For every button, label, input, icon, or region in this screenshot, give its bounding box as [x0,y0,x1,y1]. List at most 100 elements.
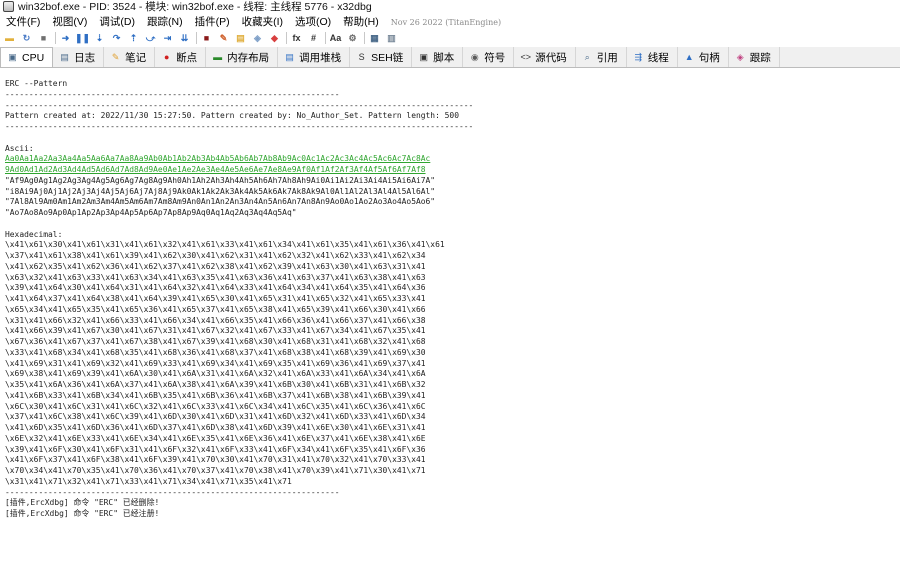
memory-map-icon: ▬ [213,51,223,62]
menu-view[interactable]: 视图(V) [46,14,93,30]
tab-handles[interactable]: ▲ 句柄 [678,47,729,67]
trace-into-icon[interactable]: ⇡ [127,32,140,45]
app-icon [3,1,14,12]
calculator-icon[interactable]: ▦ [368,32,381,45]
notepad-icon[interactable]: ▥ [385,32,398,45]
tab-script[interactable]: ▣ 脚本 [412,47,464,67]
comments-icon[interactable]: ▤ [234,32,247,45]
tab-label: CPU [22,51,45,64]
log-line: "i8Ai9Aj0Aj1Aj2Aj3Aj4Aj5Aj6Aj7Aj8Aj9Ak0A… [5,186,436,196]
tab-label: 引用 [596,51,618,64]
tab-threads[interactable]: ⇶ 线程 [627,47,678,67]
toolbar-separator [55,32,56,44]
log-line: \x41\x62\x35\x41\x62\x36\x41\x62\x37\x41… [5,261,426,271]
labels-icon[interactable]: ◈ [251,32,264,45]
log-line: \x63\x32\x41\x63\x33\x41\x63\x34\x41\x63… [5,272,426,282]
settings-icon[interactable]: ⚙ [346,32,359,45]
menu-favourites[interactable]: 收藏夹(I) [236,14,289,30]
tab-label: 笔记 [125,51,147,64]
patch-icon[interactable]: ✎ [217,32,230,45]
log-line: 9Ad0Ad1Ad2Ad3Ad4Ad5Ad6Ad7Ad8Ad9Ae0Ae1Ae2… [5,165,426,174]
toolbar-separator [196,32,197,44]
pause-icon[interactable]: ❚❚ [75,32,90,45]
tab-label: 断点 [176,51,198,64]
breakpoints-icon: ● [163,51,170,62]
scylla-icon[interactable]: ■ [200,32,213,45]
tab-breakpoints[interactable]: ● 断点 [155,47,207,67]
restart-icon[interactable]: ↻ [20,32,33,45]
tab-label: 源代码 [535,51,567,64]
step-over-icon[interactable]: ↷ [110,32,123,45]
log-line: Hexadecimal: [5,229,63,239]
font-icon[interactable]: Aa [329,32,342,45]
menu-bar: 文件(F) 视图(V) 调试(D) 跟踪(N) 插件(P) 收藏夹(I) 选项(… [0,14,900,30]
bookmarks-icon[interactable]: ◆ [268,32,281,45]
tab-label: 调用堆栈 [299,51,342,64]
log-view[interactable]: ERC --Pattern ---------------------------… [0,69,900,575]
menu-trace[interactable]: 跟踪(N) [141,14,189,30]
log-line: ----------------------------------------… [5,487,340,497]
call-stack-icon: ▤ [285,51,294,62]
menu-help[interactable]: 帮助(H) [337,14,385,30]
run-to-user-code-icon[interactable]: ⇊ [178,32,191,45]
log-line: \x41\x64\x37\x41\x64\x38\x41\x64\x39\x41… [5,294,426,303]
log-line: \x65\x34\x41\x65\x35\x41\x65\x36\x41\x65… [5,304,426,314]
open-icon[interactable]: ▬ [3,32,16,45]
log-line: \x41\x6D\x35\x41\x6D\x36\x41\x6D\x37\x41… [5,423,426,432]
variables-icon[interactable]: # [307,32,320,45]
tab-label: SEH链 [371,51,404,64]
tab-label: 句柄 [698,51,720,64]
close-icon[interactable]: ■ [37,32,50,45]
tab-label: 跟踪 [749,51,771,64]
log-line: \x37\x41\x6C\x38\x41\x6C\x39\x41\x6D\x30… [5,412,426,422]
tab-cpu[interactable]: ▣ CPU [0,47,54,67]
run-icon[interactable]: ➜ [59,32,72,45]
tab-symbols[interactable]: ◉ 符号 [463,47,515,67]
log-line: ERC --Pattern [5,79,68,88]
log-line: \x37\x41\x61\x38\x41\x61\x39\x41\x62\x30… [5,251,426,260]
execute-till-return-icon[interactable]: ⇥ [161,32,174,45]
log-line: \x35\x41\x6A\x36\x41\x6A\x37\x41\x6A\x38… [5,380,426,389]
tab-seh[interactable]: S SEH链 [350,47,413,67]
log-line: \x31\x41\x71\x32\x41\x71\x33\x41\x71\x34… [5,476,292,486]
tab-call-stack[interactable]: ▤ 调用堆栈 [278,47,351,67]
tab-label: 日志 [74,51,96,64]
log-line: Aa0Aa1Aa2Aa3Aa4Aa5Aa6Aa7Aa8Aa9Ab0Ab1Ab2A… [5,154,431,164]
log-line: "Af9Ag0Ag1Ag2Ag3Ag4Ag5Ag6Ag7Ag8Ag9Ah0Ah1… [5,175,436,185]
menu-plugins[interactable]: 插件(P) [189,14,236,30]
log-line: \x67\x36\x41\x67\x37\x41\x67\x38\x41\x67… [5,337,426,346]
window-title: win32bof.exe - PID: 3524 - 模块: win32bof.… [18,1,372,13]
tab-log[interactable]: ▤ 日志 [53,47,105,67]
menu-file[interactable]: 文件(F) [0,14,46,30]
tab-trace[interactable]: ◈ 跟踪 [729,47,780,67]
source-icon: <> [520,51,532,62]
symbols-icon: ◉ [470,51,479,62]
tab-label: 内存布局 [227,51,270,64]
log-line: \x41\x61\x30\x41\x61\x31\x41\x61\x32\x41… [5,240,445,250]
seh-icon: S [358,51,365,62]
log-line: "7Al8Al9Am0Am1Am2Am3Am4Am5Am6Am7Am8Am9An… [5,197,436,207]
log-line: \x33\x41\x68\x34\x41\x68\x35\x41\x68\x36… [5,347,426,357]
tab-bar: ▣ CPU ▤ 日志 ✎ 笔记 ● 断点 ▬ 内存布局 ▤ 调用堆栈 S SEH链 ▣ 脚本 ◉ 符号 <> 源代码 ⌕… [0,47,900,68]
log-icon: ▤ [60,51,69,62]
log-line: \x39\x41\x64\x30\x41\x64\x31\x41\x64\x32… [5,283,426,293]
toolbar-separator [364,32,365,44]
tab-memory-map[interactable]: ▬ 内存布局 [206,47,279,67]
step-into-icon[interactable]: ⇣ [93,32,106,45]
tab-notes[interactable]: ✎ 笔记 [104,47,156,67]
log-line: Ascii: [5,143,34,153]
menu-options[interactable]: 选项(O) [289,14,337,30]
log-line: \x41\x69\x31\x41\x69\x32\x41\x69\x33\x41… [5,358,426,368]
functions-icon[interactable]: fx [290,32,303,45]
log-line: ----------------------------------------… [5,100,474,110]
tab-label: 符号 [484,51,506,64]
tab-source[interactable]: <> 源代码 [514,47,576,67]
log-line: \x41\x66\x39\x41\x67\x30\x41\x67\x31\x41… [5,326,426,336]
handles-icon: ▲ [684,51,694,62]
tab-references[interactable]: ⌕ 引用 [576,47,627,67]
cpu-icon: ▣ [8,52,17,62]
log-line: ----------------------------------------… [5,89,340,99]
trace-over-icon[interactable]: ⤻ [144,32,157,45]
log-line: \x41\x6F\x37\x41\x6F\x38\x41\x6F\x39\x41… [5,455,426,465]
menu-debug[interactable]: 调试(D) [93,14,141,30]
